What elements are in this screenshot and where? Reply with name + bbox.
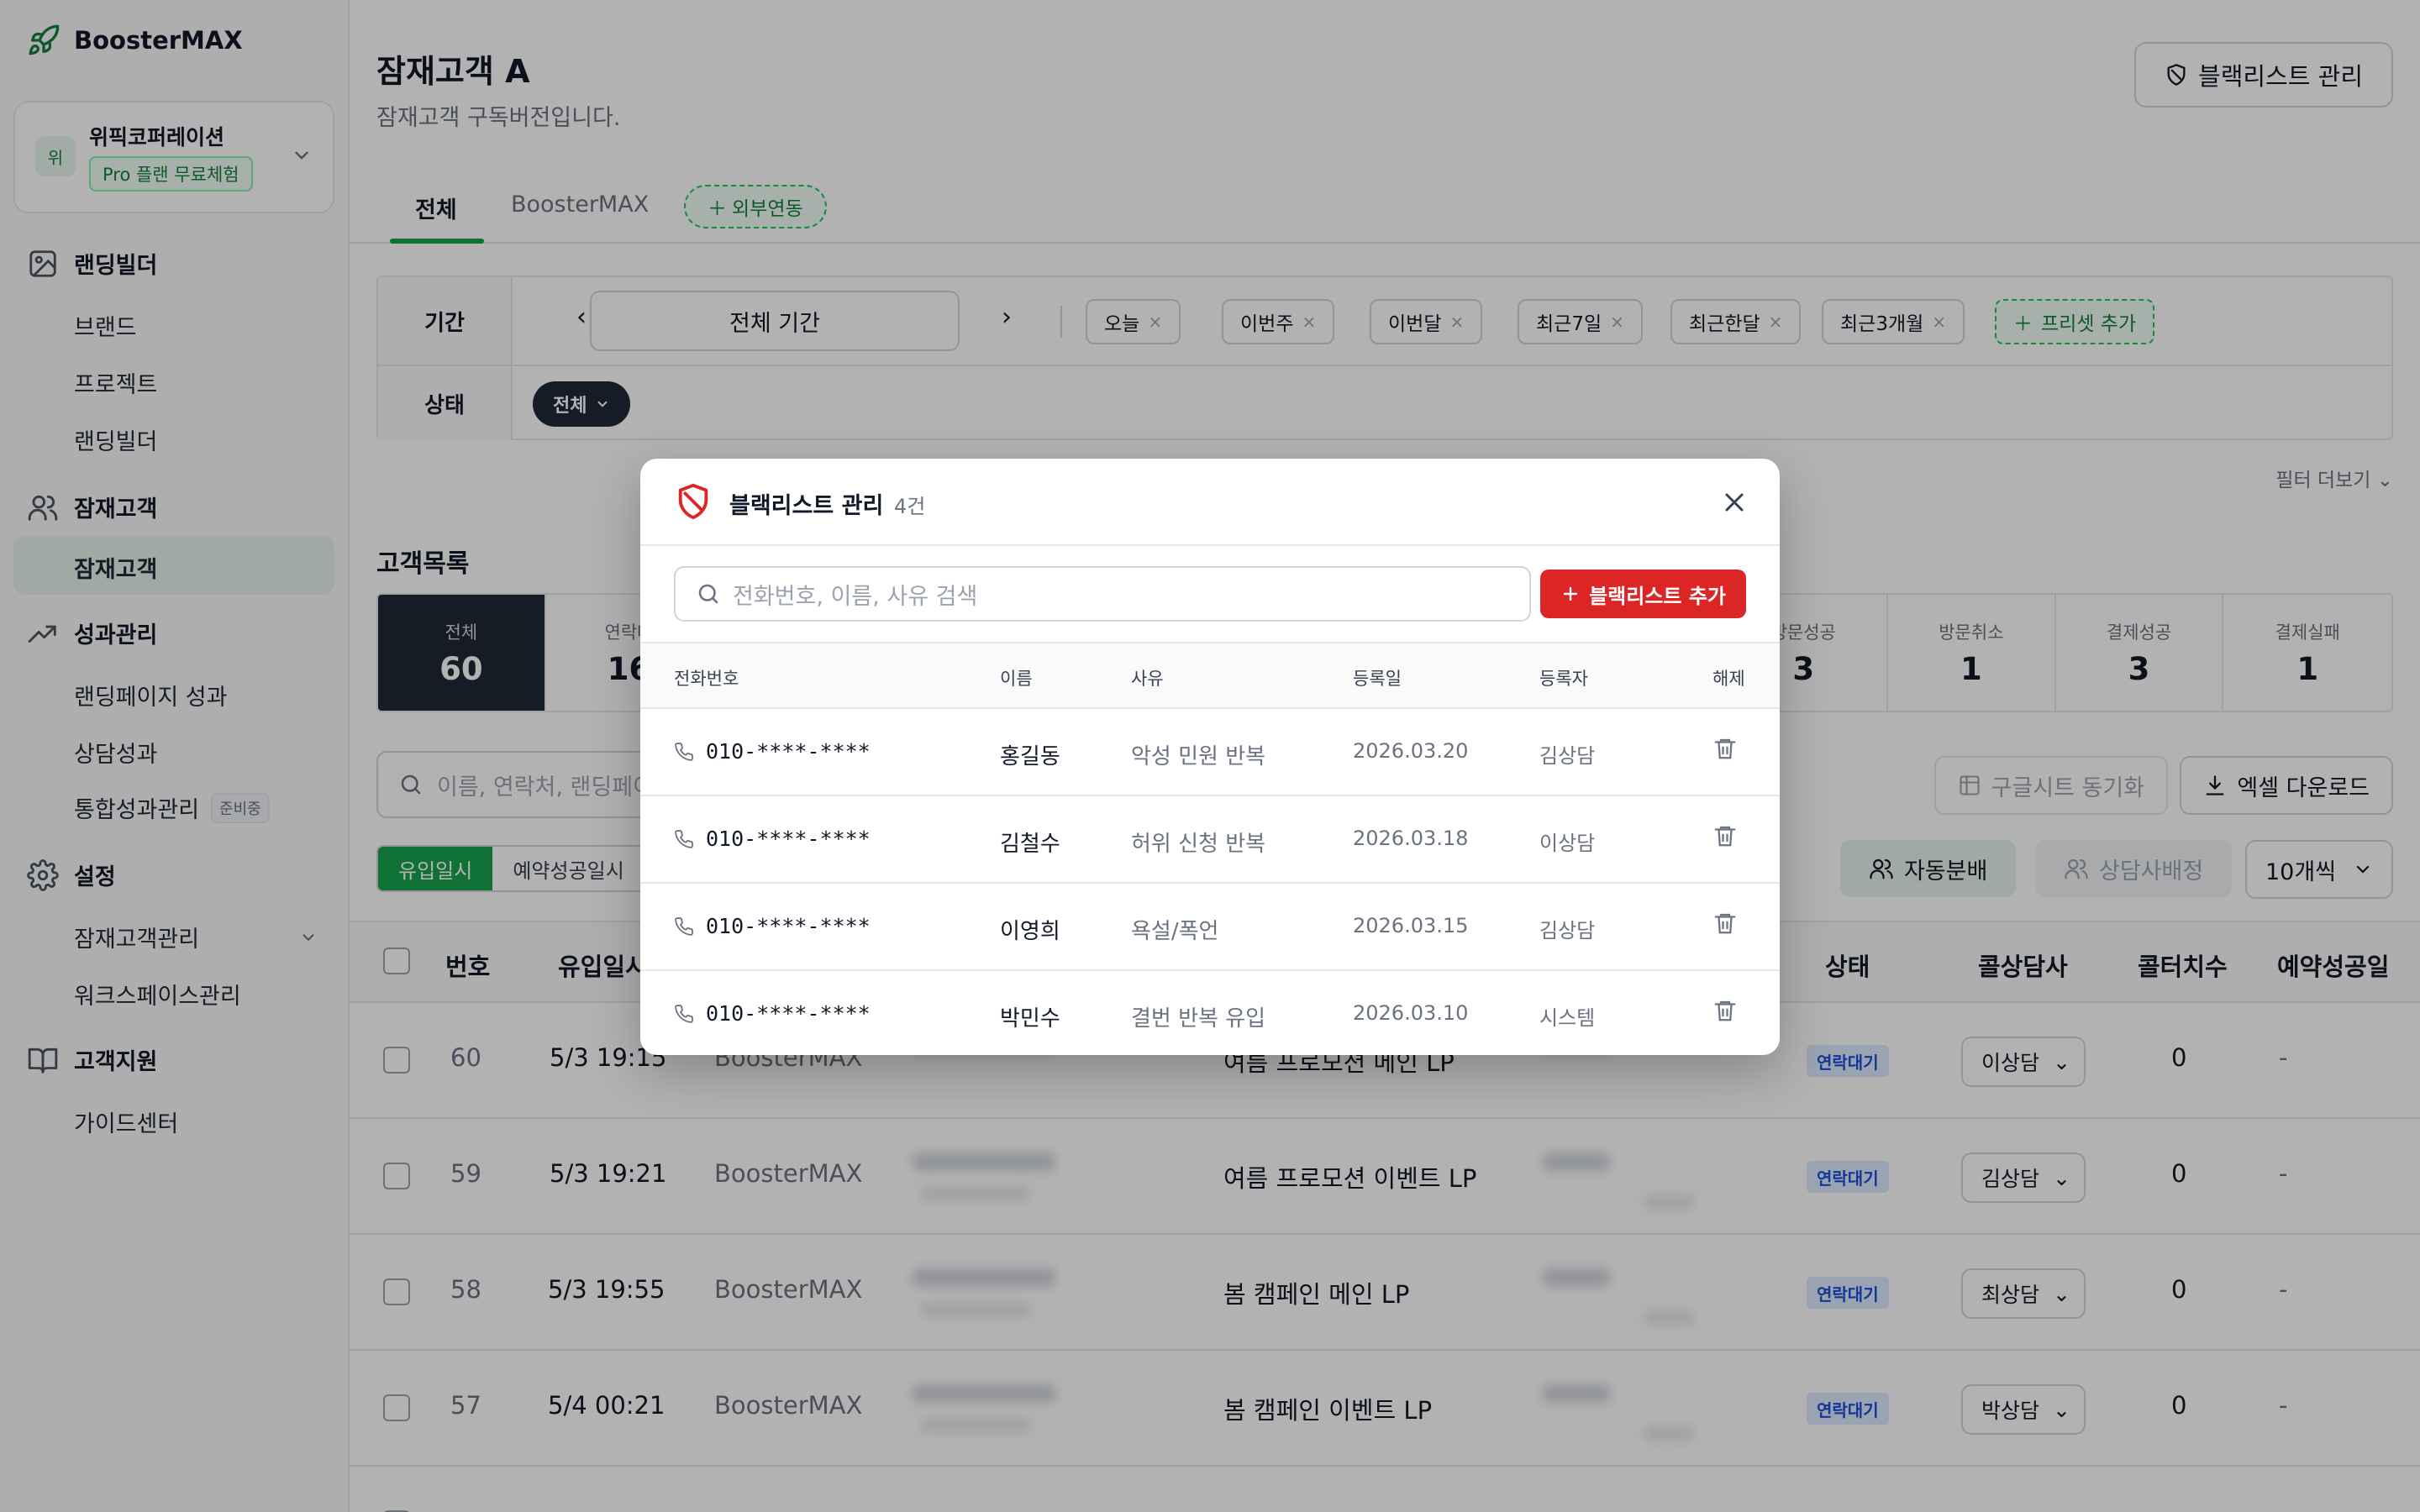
- blacklist-row: 010-****-**** 박민수 결번 반복 유입 2026.03.10 시스…: [640, 971, 1780, 1055]
- col-name: 이름: [1000, 669, 1033, 689]
- blacklist-search-input[interactable]: 전화번호, 이름, 사유 검색: [674, 566, 1531, 622]
- name-cell: 이영희: [1000, 919, 1060, 944]
- phone-cell: 010-****-****: [674, 739, 871, 764]
- reason-cell: 허위 신청 반복: [1131, 832, 1266, 857]
- blacklist-table-header: 전화번호 이름 사유 등록일 등록자 해제: [640, 642, 1780, 709]
- trash-icon[interactable]: [1712, 736, 1738, 761]
- shield-off-icon: [674, 482, 713, 521]
- close-icon[interactable]: [1719, 487, 1749, 517]
- blacklist-row: 010-****-**** 이영희 욕설/폭언 2026.03.15 김상담: [640, 884, 1780, 971]
- modal-title: 블랙리스트 관리: [729, 493, 884, 519]
- trash-icon[interactable]: [1712, 998, 1738, 1023]
- add-blacklist-label: 블랙리스트 추가: [1589, 584, 1726, 608]
- trash-icon[interactable]: [1712, 823, 1738, 848]
- registrant-cell: 이상담: [1539, 832, 1596, 855]
- name-cell: 홍길동: [1000, 744, 1060, 769]
- blacklist-modal: 블랙리스트 관리 4건 전화번호, 이름, 사유 검색 블랙리스트 추가 전화번…: [640, 459, 1780, 1055]
- blacklist-row: 010-****-**** 홍길동 악성 민원 반복 2026.03.20 김상…: [640, 709, 1780, 796]
- phone-cell: 010-****-****: [674, 914, 871, 938]
- col-phone: 전화번호: [674, 669, 739, 689]
- date-cell: 2026.03.18: [1353, 827, 1469, 850]
- date-cell: 2026.03.15: [1353, 914, 1469, 937]
- phone-icon: [674, 829, 694, 849]
- col-remove: 해제: [1712, 669, 1745, 689]
- add-blacklist-button[interactable]: 블랙리스트 추가: [1540, 570, 1746, 618]
- registrant-cell: 김상담: [1539, 919, 1596, 942]
- phone-icon: [674, 742, 694, 762]
- reason-cell: 결번 반복 유입: [1131, 1006, 1266, 1032]
- phone-cell: 010-****-****: [674, 1001, 871, 1026]
- name-cell: 김철수: [1000, 832, 1060, 857]
- blacklist-search-placeholder: 전화번호, 이름, 사유 검색: [733, 583, 978, 610]
- name-cell: 박민수: [1000, 1006, 1060, 1032]
- modal-count: 4건: [894, 495, 926, 518]
- modal-header: 블랙리스트 관리 4건: [640, 459, 1780, 546]
- phone-icon: [674, 1004, 694, 1024]
- registrant-cell: 김상담: [1539, 744, 1596, 768]
- phone-value: 010-****-****: [706, 914, 871, 938]
- trash-icon[interactable]: [1712, 911, 1738, 936]
- col-reason: 사유: [1131, 669, 1164, 689]
- reason-cell: 악성 민원 반복: [1131, 744, 1266, 769]
- blacklist-row: 010-****-**** 김철수 허위 신청 반복 2026.03.18 이상…: [640, 796, 1780, 884]
- col-registrant: 등록자: [1539, 669, 1588, 689]
- phone-value: 010-****-****: [706, 1001, 871, 1026]
- date-cell: 2026.03.10: [1353, 1001, 1469, 1025]
- phone-cell: 010-****-****: [674, 827, 871, 851]
- reason-cell: 욕설/폭언: [1131, 919, 1219, 944]
- search-icon: [696, 581, 721, 606]
- phone-icon: [674, 916, 694, 937]
- date-cell: 2026.03.20: [1353, 739, 1469, 763]
- phone-value: 010-****-****: [706, 827, 871, 851]
- plus-icon: [1560, 584, 1581, 604]
- col-date: 등록일: [1353, 669, 1402, 689]
- phone-value: 010-****-****: [706, 739, 871, 764]
- registrant-cell: 시스템: [1539, 1006, 1596, 1030]
